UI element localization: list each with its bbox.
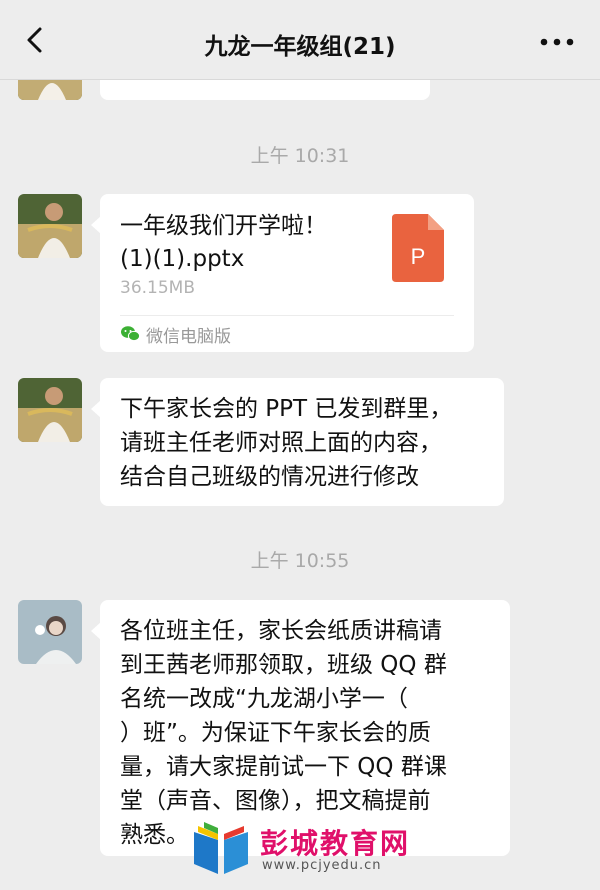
file-name: 一年级我们开学啦！ (1)(1).pptx: [120, 213, 327, 272]
avatar-sender-2[interactable]: [18, 600, 82, 664]
book-logo-icon: [194, 822, 248, 874]
avatar-sender-1[interactable]: [18, 194, 82, 258]
message-text: 下午家长会的 PPT 已发到群里， 请班主任老师对照上面的内容， 结合自己班级的…: [120, 396, 453, 490]
avatar-image: [18, 600, 82, 664]
svg-text:P: P: [411, 244, 426, 269]
chat-title: 九龙一年级组(21): [204, 34, 396, 60]
powerpoint-file-icon: P: [392, 214, 444, 282]
watermark: 彭城教育网 www.pcjyedu.cn: [190, 818, 420, 880]
avatar-sender-1[interactable]: [18, 378, 82, 442]
avatar-image: [18, 194, 82, 258]
avatar-image: [18, 378, 82, 442]
file-message-card[interactable]: 一年级我们开学啦！ (1)(1).pptx 36.15MB P 微信电脑版: [91, 194, 474, 352]
file-source-label: 微信电脑版: [146, 327, 231, 347]
nav-divider: [0, 79, 600, 80]
file-size: 36.15MB: [120, 278, 195, 298]
timestamp: 上午 10:55: [250, 550, 350, 572]
watermark-url: www.pcjyedu.cn: [262, 858, 382, 873]
watermark-title: 彭城教育网: [260, 827, 411, 860]
text-message-bubble[interactable]: 下午家长会的 PPT 已发到群里， 请班主任老师对照上面的内容， 结合自己班级的…: [91, 378, 504, 506]
ellipsis-icon[interactable]: [540, 38, 574, 46]
navigation-bar: 九龙一年级组(21): [0, 0, 600, 80]
file-card-divider: [120, 315, 454, 316]
wechat-icon: [121, 326, 140, 342]
timestamp: 上午 10:31: [250, 145, 350, 167]
